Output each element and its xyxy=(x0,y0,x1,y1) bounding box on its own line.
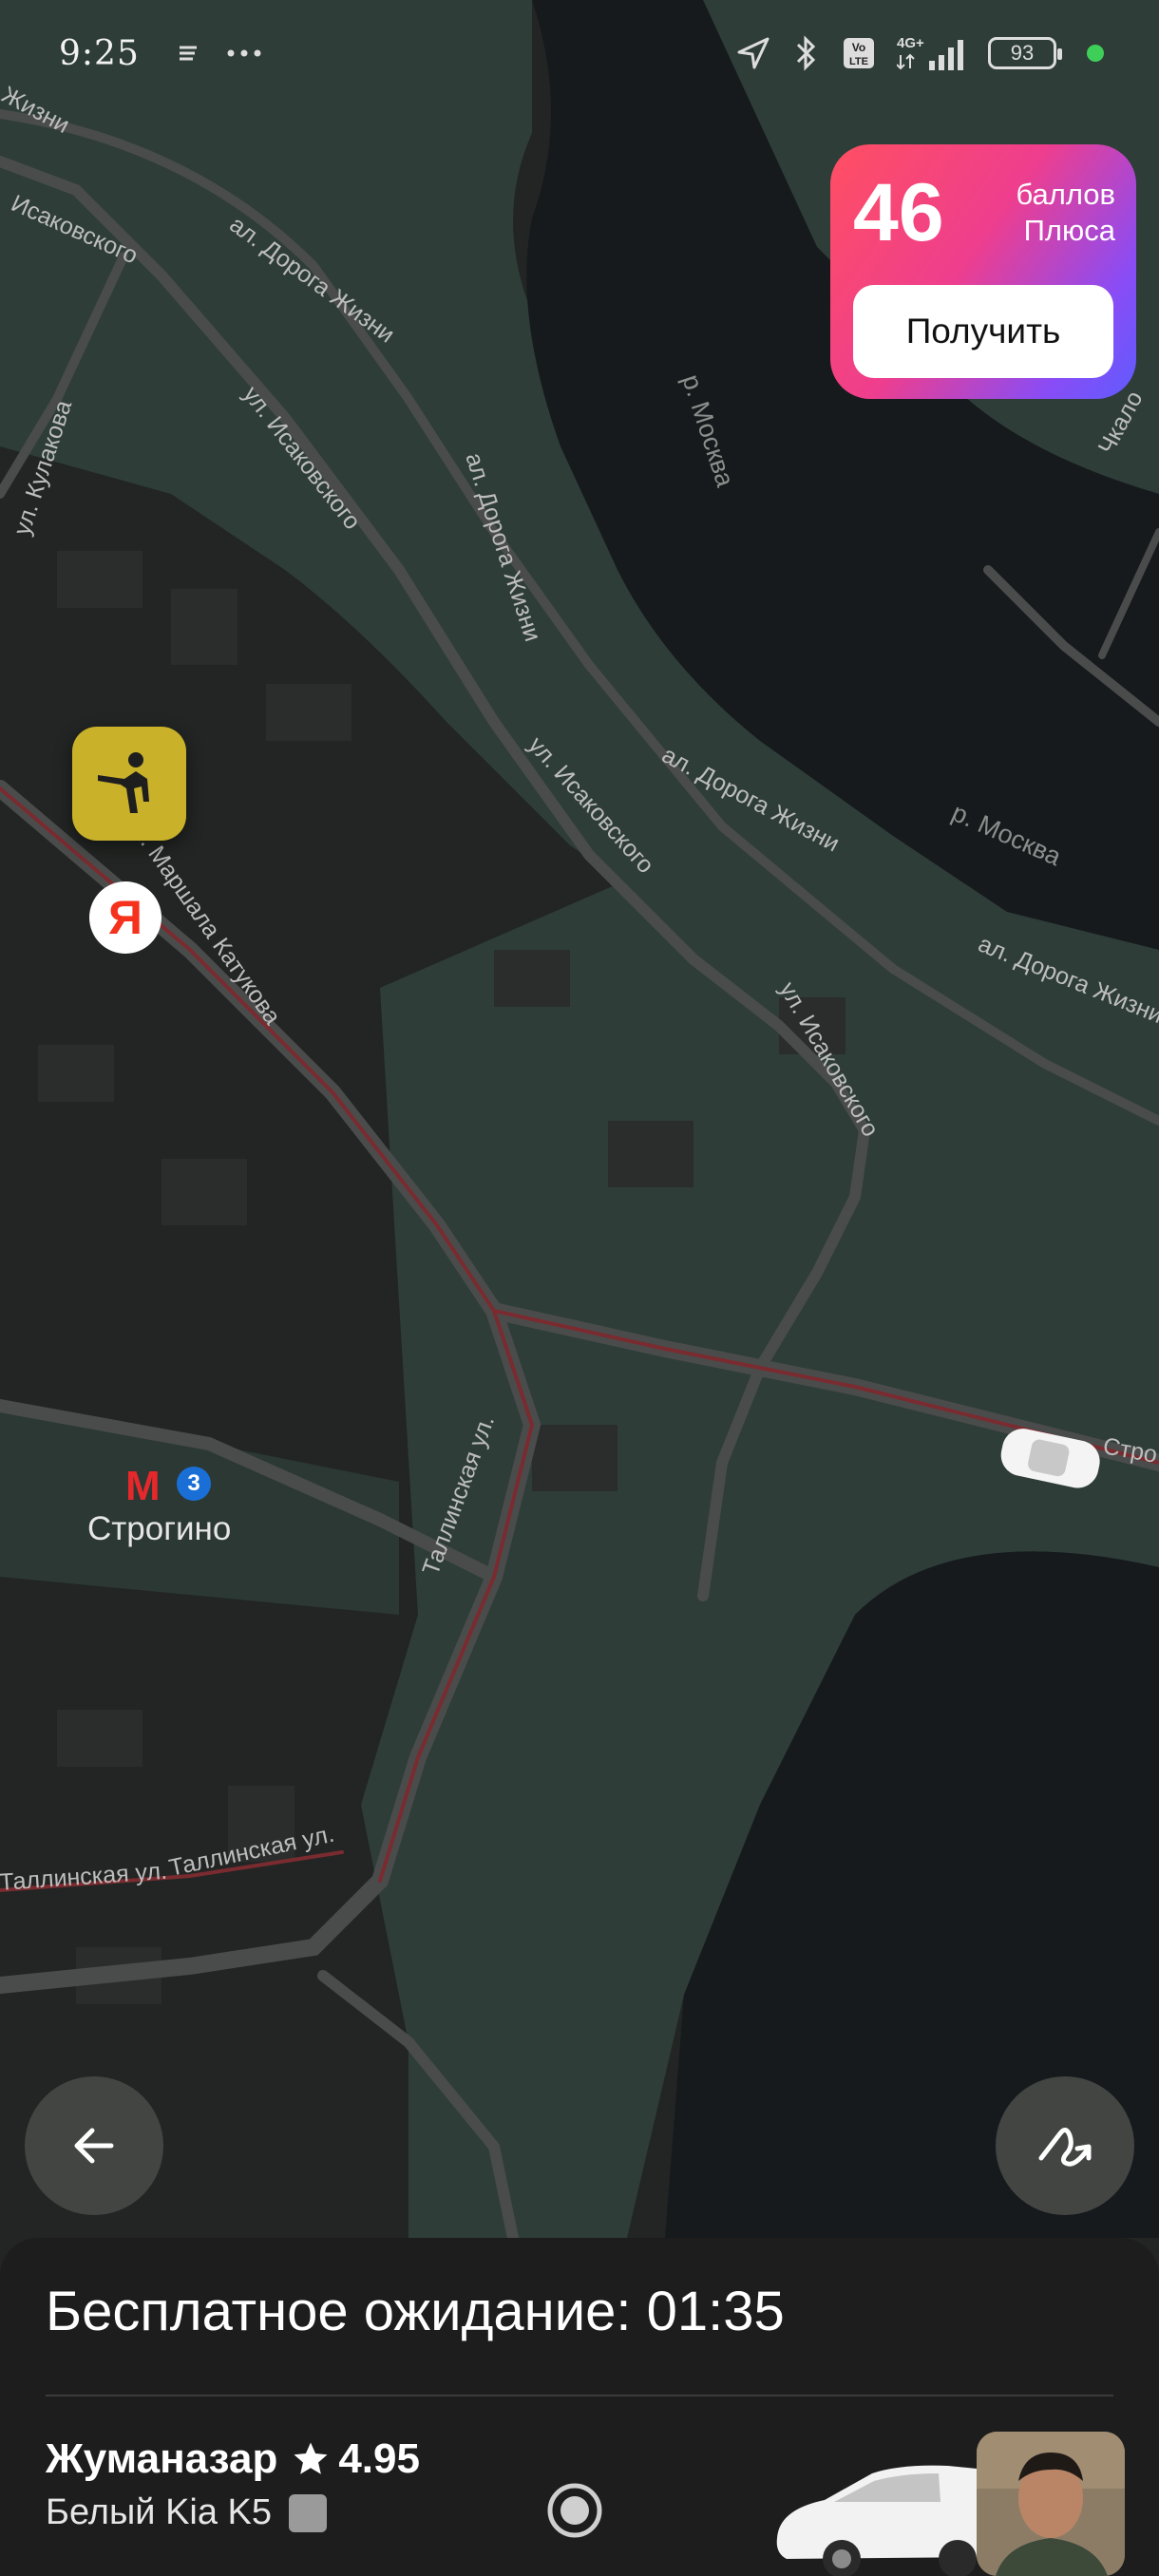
battery-icon: 93 xyxy=(988,37,1062,69)
status-bar: 9:25 Vo LTE 4G+ 93 xyxy=(0,0,1159,106)
location-arrow-icon xyxy=(737,37,770,69)
status-time: 9:25 xyxy=(59,33,140,73)
plus-points-count: 46 xyxy=(853,167,944,258)
ride-info-sheet[interactable]: Бесплатное ожидание: 01:35 Жуманазар 4.9… xyxy=(0,2238,1159,2576)
battery-level: 93 xyxy=(1010,41,1035,65)
target-icon[interactable] xyxy=(545,2481,604,2540)
bluetooth-icon xyxy=(796,35,816,71)
metro-station-marker[interactable]: М 3 Строгино xyxy=(87,1463,249,1558)
yandex-logo-marker: Я xyxy=(89,881,162,954)
car-image xyxy=(776,2465,986,2576)
arrow-left-icon xyxy=(74,2128,114,2164)
driver-info[interactable]: Жуманазар 4.95 xyxy=(46,2435,420,2483)
plus-points-card[interactable]: 46 баллов Плюса Получить xyxy=(830,144,1136,399)
svg-text:LTE: LTE xyxy=(849,56,868,67)
route-button[interactable] xyxy=(996,2076,1134,2215)
divider xyxy=(46,2395,1113,2396)
menu-lines-icon xyxy=(179,46,197,61)
driver-rating: 4.95 xyxy=(291,2435,420,2483)
plus-label-line2: Плюса xyxy=(1023,214,1115,247)
svg-text:4G+: 4G+ xyxy=(897,35,924,51)
metro-line-badge: 3 xyxy=(177,1467,211,1501)
car-model: Белый Kia K5 xyxy=(46,2492,273,2532)
pickup-pin[interactable] xyxy=(72,727,186,841)
rating-value: 4.95 xyxy=(338,2435,420,2482)
more-dots-icon xyxy=(227,49,261,57)
driver-avatar[interactable] xyxy=(977,2432,1125,2576)
star-icon xyxy=(294,2442,328,2474)
plus-points-label: баллов Плюса xyxy=(973,177,1115,249)
person-waving-icon xyxy=(98,752,149,813)
metro-icon: М xyxy=(125,1463,161,1509)
back-button[interactable] xyxy=(25,2076,163,2215)
car-color-swatch xyxy=(289,2493,328,2532)
driver-name: Жуманазар xyxy=(46,2435,278,2482)
metro-station-name: Строгино xyxy=(87,1510,232,1547)
car-info: Белый Kia K5 xyxy=(46,2492,328,2533)
route-icon xyxy=(1038,2128,1092,2167)
privacy-indicator xyxy=(1087,45,1104,62)
free-waiting-timer: Бесплатное ожидание: 01:35 xyxy=(46,2281,785,2342)
signal-4g-icon: 4G+ xyxy=(897,35,963,70)
yandex-logo-letter: Я xyxy=(108,891,142,944)
svg-text:Vo: Vo xyxy=(852,41,865,54)
plus-label-line1: баллов xyxy=(1016,178,1115,211)
get-points-button[interactable]: Получить xyxy=(853,285,1113,378)
volte-icon: Vo LTE xyxy=(844,38,874,68)
